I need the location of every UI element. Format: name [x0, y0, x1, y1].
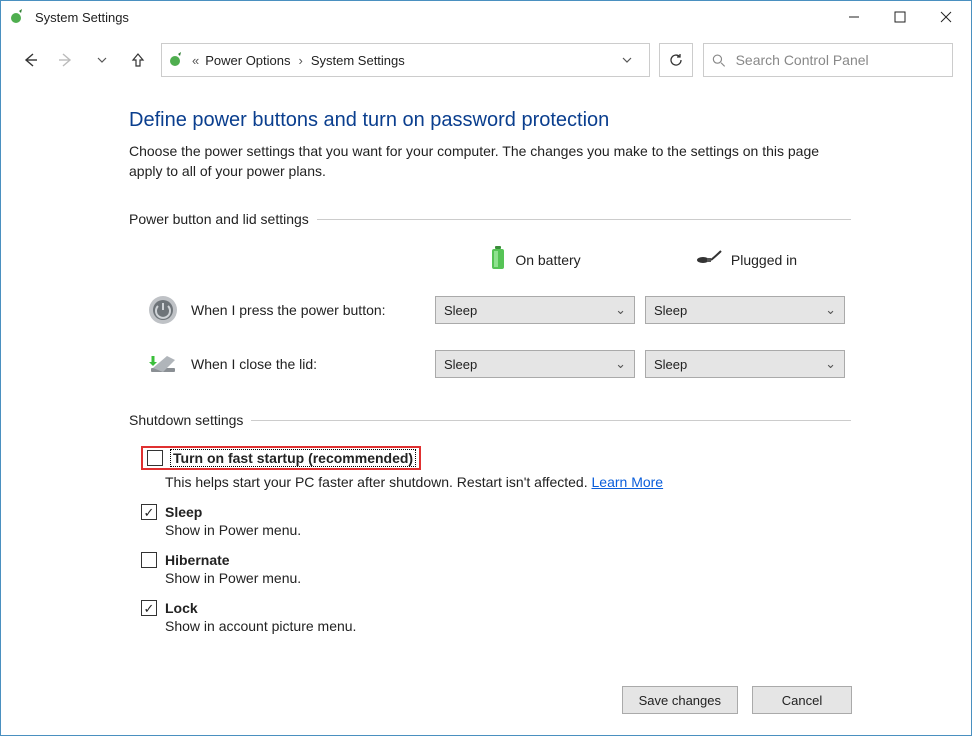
column-on-battery-label: On battery	[515, 252, 580, 268]
label-sleep: Sleep	[165, 504, 202, 520]
minimize-button[interactable]	[831, 1, 877, 33]
breadcrumb-item-system-settings[interactable]: System Settings	[311, 53, 405, 68]
label-fast-startup: Turn on fast startup (recommended)	[171, 450, 415, 466]
footer-buttons: Save changes Cancel	[0, 686, 972, 714]
breadcrumb-item-power-options[interactable]: Power Options	[205, 53, 290, 68]
address-bar[interactable]: « Power Options › System Settings	[161, 43, 650, 77]
desc-hibernate: Show in Power menu.	[165, 570, 851, 586]
checkbox-fast-startup[interactable]	[147, 450, 163, 466]
desc-fast-startup: This helps start your PC faster after sh…	[165, 474, 851, 490]
row-close-lid-label: When I close the lid:	[191, 356, 317, 372]
select-value: Sleep	[654, 357, 687, 372]
power-settings-grid: On battery Plugged in When I press the p…	[145, 245, 851, 382]
battery-icon	[489, 245, 507, 274]
highlight-fast-startup: Turn on fast startup (recommended)	[141, 446, 421, 470]
power-button-icon	[145, 292, 181, 328]
refresh-button[interactable]	[659, 43, 693, 77]
search-icon	[712, 53, 726, 68]
select-power-button-battery[interactable]: Sleep ⌄	[435, 296, 635, 324]
maximize-button[interactable]	[877, 1, 923, 33]
nav-up-button[interactable]	[125, 47, 151, 73]
power-section-label: Power button and lid settings	[129, 211, 309, 227]
cancel-button[interactable]: Cancel	[752, 686, 852, 714]
checkbox-sleep[interactable]	[141, 504, 157, 520]
chevron-down-icon: ⌄	[825, 356, 836, 372]
checkbox-lock[interactable]	[141, 600, 157, 616]
power-section-legend: Power button and lid settings	[129, 211, 851, 227]
nav-back-button[interactable]	[17, 47, 43, 73]
search-box[interactable]	[703, 43, 953, 77]
breadcrumb-prefix: «	[192, 53, 199, 68]
select-close-lid-plugged[interactable]: Sleep ⌄	[645, 350, 845, 378]
select-value: Sleep	[654, 303, 687, 318]
titlebar: System Settings	[1, 1, 971, 33]
window-title: System Settings	[35, 10, 129, 25]
row-power-button-label: When I press the power button:	[191, 302, 386, 318]
select-power-button-plugged[interactable]: Sleep ⌄	[645, 296, 845, 324]
column-plugged-in: Plugged in	[645, 249, 845, 270]
chevron-down-icon: ⌄	[615, 302, 626, 318]
page-description: Choose the power settings that you want …	[129, 142, 851, 181]
chevron-down-icon: ⌄	[825, 302, 836, 318]
label-lock: Lock	[165, 600, 198, 616]
save-changes-button[interactable]: Save changes	[622, 686, 738, 714]
label-hibernate: Hibernate	[165, 552, 230, 568]
nav-forward-button[interactable]	[53, 47, 79, 73]
select-close-lid-battery[interactable]: Sleep ⌄	[435, 350, 635, 378]
address-icon	[168, 51, 186, 69]
chevron-down-icon: ⌄	[615, 356, 626, 372]
learn-more-link[interactable]: Learn More	[592, 474, 664, 490]
column-plugged-in-label: Plugged in	[731, 252, 797, 268]
shutdown-section-legend: Shutdown settings	[129, 412, 851, 428]
option-hibernate: Hibernate	[141, 552, 851, 568]
row-close-lid: When I close the lid:	[145, 346, 425, 382]
navbar: « Power Options › System Settings	[1, 33, 971, 87]
desc-lock: Show in account picture menu.	[165, 618, 851, 634]
chevron-right-icon: ›	[299, 53, 303, 68]
option-sleep: Sleep	[141, 504, 851, 520]
row-power-button: When I press the power button:	[145, 292, 425, 328]
shutdown-section-label: Shutdown settings	[129, 412, 243, 428]
page-heading: Define power buttons and turn on passwor…	[129, 109, 851, 132]
column-on-battery: On battery	[435, 245, 635, 274]
address-dropdown[interactable]	[609, 44, 643, 76]
select-value: Sleep	[444, 357, 477, 372]
desc-sleep: Show in Power menu.	[165, 522, 851, 538]
close-button[interactable]	[923, 1, 969, 33]
nav-history-dropdown[interactable]	[89, 47, 115, 73]
search-input[interactable]	[734, 51, 944, 69]
option-lock: Lock	[141, 600, 851, 616]
plug-icon	[693, 249, 723, 270]
laptop-lid-icon	[145, 346, 181, 382]
select-value: Sleep	[444, 303, 477, 318]
content-area: Define power buttons and turn on passwor…	[1, 87, 971, 634]
app-icon	[9, 8, 27, 26]
checkbox-hibernate[interactable]	[141, 552, 157, 568]
